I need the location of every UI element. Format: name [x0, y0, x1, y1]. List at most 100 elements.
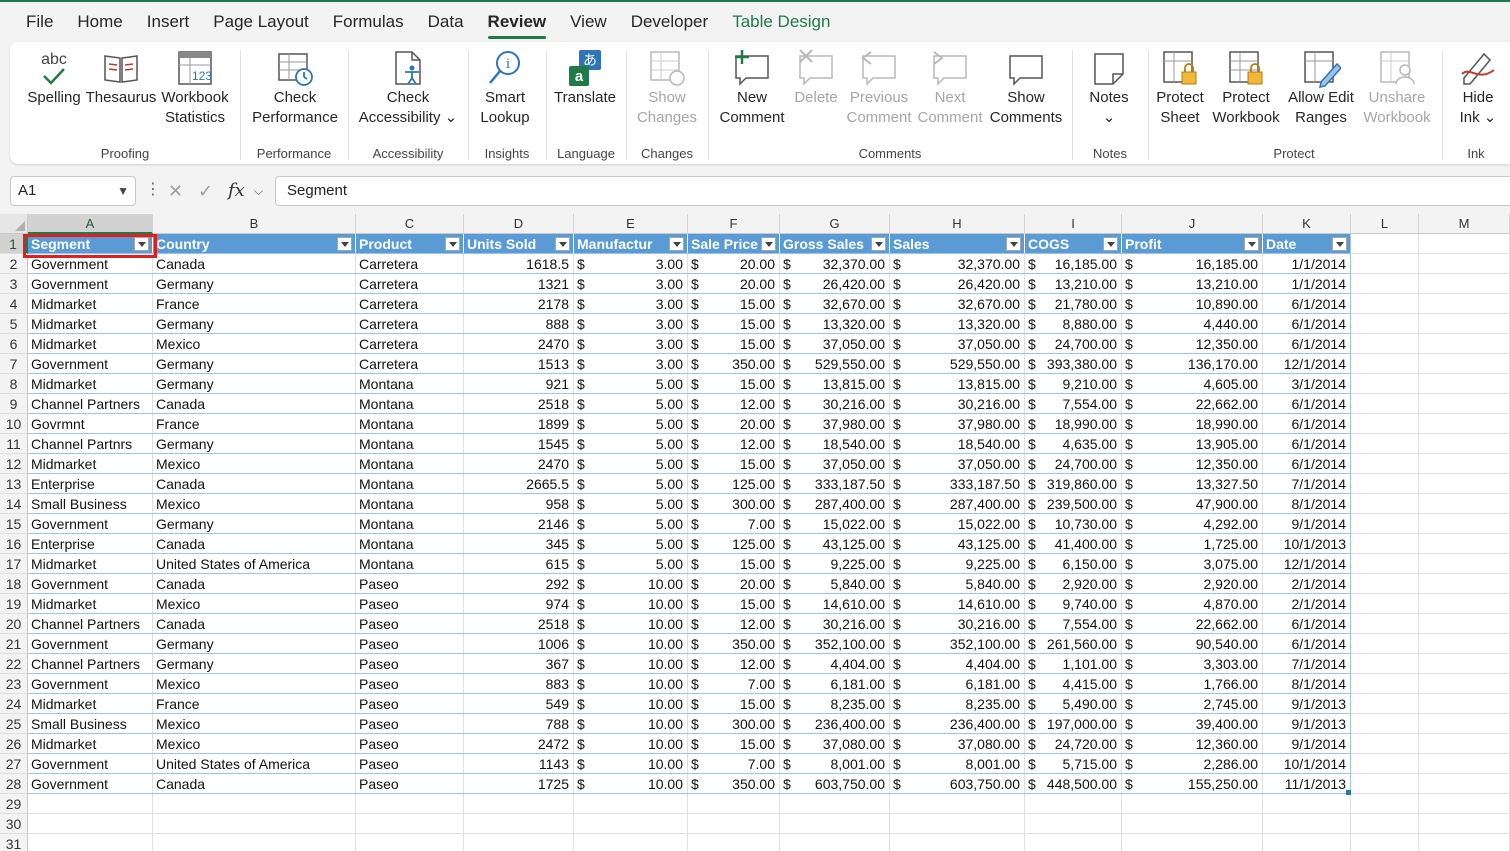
name-box[interactable]: A1 ▼: [10, 176, 136, 206]
table-cell[interactable]: $10.00: [574, 694, 688, 714]
table-cell[interactable]: $13,210.00: [1122, 274, 1263, 294]
table-cell[interactable]: $12.00: [688, 654, 780, 674]
table-cell[interactable]: Montana: [356, 494, 464, 514]
empty-cell[interactable]: [1419, 234, 1510, 254]
table-cell[interactable]: $15,022.00: [780, 514, 890, 534]
row-header[interactable]: 22: [0, 654, 28, 674]
table-cell[interactable]: Germany: [153, 434, 356, 454]
table-cell[interactable]: 7/1/2014: [1263, 654, 1351, 674]
table-cell[interactable]: $3,303.00: [1122, 654, 1263, 674]
table-cell[interactable]: Small Business: [28, 714, 153, 734]
table-cell[interactable]: $15.00: [688, 694, 780, 714]
empty-cell[interactable]: [1025, 834, 1122, 851]
table-cell[interactable]: 921: [464, 374, 574, 394]
table-cell[interactable]: Germany: [153, 314, 356, 334]
table-cell[interactable]: $529,550.00: [890, 354, 1025, 374]
empty-cell[interactable]: [688, 814, 780, 834]
table-cell[interactable]: $6,181.00: [780, 674, 890, 694]
column-header[interactable]: F: [688, 214, 780, 234]
empty-cell[interactable]: [1122, 814, 1263, 834]
table-cell[interactable]: 10/1/2014: [1263, 754, 1351, 774]
table-cell[interactable]: $5,840.00: [890, 574, 1025, 594]
empty-cell[interactable]: [1351, 774, 1419, 794]
empty-cell[interactable]: [688, 794, 780, 814]
row-header[interactable]: 1: [0, 234, 28, 254]
table-cell[interactable]: Mexico: [153, 334, 356, 354]
tab-page-layout[interactable]: Page Layout: [201, 2, 320, 42]
table-cell[interactable]: $393,380.00: [1025, 354, 1122, 374]
table-cell[interactable]: $43,125.00: [780, 534, 890, 554]
table-cell[interactable]: $16,185.00: [1122, 254, 1263, 274]
empty-cell[interactable]: [1351, 714, 1419, 734]
row-header[interactable]: 17: [0, 554, 28, 574]
empty-cell[interactable]: [688, 834, 780, 851]
table-cell[interactable]: $39,400.00: [1122, 714, 1263, 734]
empty-cell[interactable]: [1351, 414, 1419, 434]
table-cell[interactable]: Paseo: [356, 734, 464, 754]
table-cell[interactable]: $37,050.00: [890, 334, 1025, 354]
table-cell[interactable]: 974: [464, 594, 574, 614]
table-cell[interactable]: $6,150.00: [1025, 554, 1122, 574]
table-cell[interactable]: Midmarket: [28, 374, 153, 394]
table-cell[interactable]: $125.00: [688, 534, 780, 554]
row-header[interactable]: 6: [0, 334, 28, 354]
table-cell[interactable]: $22,662.00: [1122, 614, 1263, 634]
table-header-cell[interactable]: Segment: [28, 234, 153, 254]
table-cell[interactable]: Montana: [356, 534, 464, 554]
table-cell[interactable]: United States of America: [153, 554, 356, 574]
table-cell[interactable]: $20.00: [688, 274, 780, 294]
table-cell[interactable]: Enterprise: [28, 534, 153, 554]
table-cell[interactable]: 10/1/2013: [1263, 534, 1351, 554]
table-cell[interactable]: $10.00: [574, 654, 688, 674]
table-cell[interactable]: Government: [28, 674, 153, 694]
table-cell[interactable]: Govrmnt: [28, 414, 153, 434]
table-cell[interactable]: $24,700.00: [1025, 454, 1122, 474]
table-cell[interactable]: $3,075.00: [1122, 554, 1263, 574]
empty-cell[interactable]: [1419, 534, 1510, 554]
table-cell[interactable]: Canada: [153, 474, 356, 494]
empty-cell[interactable]: [1419, 374, 1510, 394]
table-cell[interactable]: Paseo: [356, 574, 464, 594]
table-cell[interactable]: $18,540.00: [780, 434, 890, 454]
table-cell[interactable]: France: [153, 414, 356, 434]
empty-cell[interactable]: [1419, 514, 1510, 534]
table-cell[interactable]: $13,905.00: [1122, 434, 1263, 454]
table-cell[interactable]: Channel Partners: [28, 654, 153, 674]
table-cell[interactable]: $18,990.00: [1025, 414, 1122, 434]
table-cell[interactable]: $26,420.00: [780, 274, 890, 294]
table-cell[interactable]: $37,050.00: [780, 334, 890, 354]
table-cell[interactable]: $3.00: [574, 274, 688, 294]
table-cell[interactable]: $1,101.00: [1025, 654, 1122, 674]
empty-cell[interactable]: [1351, 434, 1419, 454]
table-cell[interactable]: Government: [28, 354, 153, 374]
table-cell[interactable]: 2472: [464, 734, 574, 754]
empty-cell[interactable]: [1419, 714, 1510, 734]
table-cell[interactable]: $10.00: [574, 594, 688, 614]
table-cell[interactable]: Channel Partners: [28, 614, 153, 634]
table-cell[interactable]: 2/1/2014: [1263, 594, 1351, 614]
table-cell[interactable]: $37,980.00: [780, 414, 890, 434]
table-cell[interactable]: Midmarket: [28, 334, 153, 354]
table-cell[interactable]: Montana: [356, 374, 464, 394]
column-header[interactable]: I: [1025, 214, 1122, 234]
table-cell[interactable]: 3/1/2014: [1263, 374, 1351, 394]
row-header[interactable]: 12: [0, 454, 28, 474]
table-cell[interactable]: 788: [464, 714, 574, 734]
filter-dropdown-icon[interactable]: [669, 237, 684, 251]
table-cell[interactable]: France: [153, 694, 356, 714]
table-cell[interactable]: $20.00: [688, 574, 780, 594]
filter-dropdown-icon[interactable]: [1103, 237, 1118, 251]
table-cell[interactable]: Government: [28, 254, 153, 274]
table-cell[interactable]: $5.00: [574, 454, 688, 474]
row-header[interactable]: 11: [0, 434, 28, 454]
empty-cell[interactable]: [1351, 594, 1419, 614]
empty-cell[interactable]: [1419, 334, 1510, 354]
table-cell[interactable]: $5,840.00: [780, 574, 890, 594]
table-cell[interactable]: $5.00: [574, 434, 688, 454]
table-cell[interactable]: $1,766.00: [1122, 674, 1263, 694]
table-cell[interactable]: Government: [28, 514, 153, 534]
table-cell[interactable]: Germany: [153, 374, 356, 394]
table-cell[interactable]: $13,815.00: [780, 374, 890, 394]
row-header[interactable]: 24: [0, 694, 28, 714]
table-header-cell[interactable]: Units Sold: [464, 234, 574, 254]
